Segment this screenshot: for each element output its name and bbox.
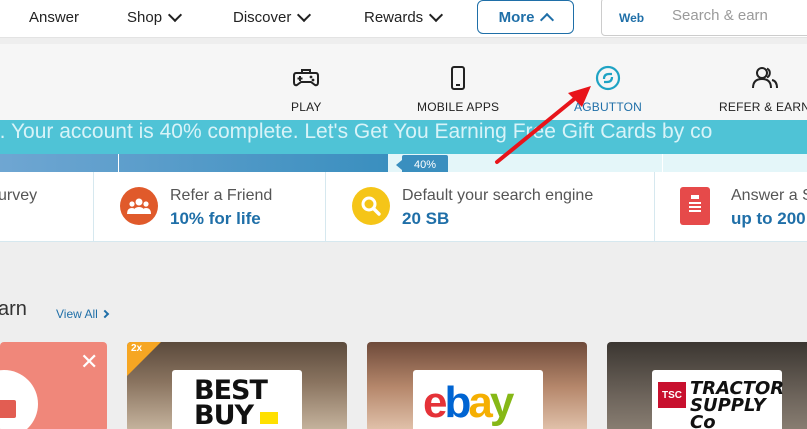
- menu-item-mobile-apps[interactable]: MOBILE APPS: [417, 66, 499, 114]
- task-default-search-reward: 20 SB: [402, 209, 450, 228]
- store-icon: [0, 370, 38, 429]
- chevron-down-icon: [297, 7, 312, 23]
- task-survey[interactable]: urvey: [0, 172, 94, 242]
- view-all-label: View All: [56, 307, 98, 321]
- mobile-phone-icon: [417, 66, 499, 90]
- nav-discover-label: Discover: [233, 9, 292, 26]
- nav-discover[interactable]: Discover: [233, 7, 312, 26]
- task-default-search[interactable]: Default your search engine 20 SB: [326, 172, 655, 242]
- more-button[interactable]: More: [477, 0, 574, 34]
- task-answer-survey-title: Answer a S: [731, 187, 807, 204]
- people-icon: [719, 66, 807, 90]
- best-buy-logo-line2: BUY: [194, 400, 254, 429]
- chevron-up-icon: [540, 12, 555, 27]
- nav-shop-label: Shop: [127, 9, 163, 26]
- gamepad-icon: [291, 66, 322, 90]
- task-answer-survey-reward: up to 200: [731, 209, 806, 228]
- ebay-logo: ebay: [413, 370, 543, 429]
- tractor-supply-logo: TSC TRACTOR SUPPLY Co: [652, 370, 784, 429]
- menu-item-swagbutton-label: AGBUTTON: [574, 100, 643, 114]
- task-strip: urvey Refer a Friend 10% for life Defaul…: [0, 172, 807, 242]
- swagbutton-icon: [574, 65, 642, 91]
- more-menu: PLAY MOBILE APPS AGBUTTON REFER & EARN: [0, 44, 807, 120]
- tractor-supply-logo-line2: SUPPLY Co: [690, 395, 766, 429]
- more-button-label: More: [498, 8, 535, 26]
- task-refer-friend[interactable]: Refer a Friend 10% for life: [94, 172, 326, 242]
- menu-item-play[interactable]: PLAY: [291, 66, 322, 114]
- merchant-card-ebay[interactable]: ebay: [367, 342, 587, 429]
- tractor-supply-logo-text: TRACTOR SUPPLY Co: [690, 380, 784, 429]
- tsc-badge: TSC: [658, 382, 686, 408]
- group-icon: [120, 187, 158, 225]
- view-all-link[interactable]: View All: [56, 307, 110, 321]
- menu-item-play-label: PLAY: [291, 100, 322, 114]
- progress-banner: e. Your account is 40% complete. Let's G…: [0, 120, 807, 154]
- best-buy-logo: BEST BUY: [172, 370, 302, 429]
- merchant-card-tractor-supply[interactable]: TSC TRACTOR SUPPLY Co: [607, 342, 807, 429]
- search-icon: [352, 187, 390, 225]
- chevron-down-icon: [167, 7, 183, 23]
- clipboard-icon: [680, 187, 710, 225]
- nav-shop[interactable]: Shop: [127, 7, 183, 26]
- section-title: arn: [0, 298, 27, 320]
- nav-rewards-label: Rewards: [364, 9, 424, 26]
- nav-answer[interactable]: Answer: [29, 9, 79, 26]
- task-refer-friend-reward: 10% for life: [170, 209, 261, 228]
- progress-divider: [118, 154, 119, 172]
- menu-item-swagbutton[interactable]: AGBUTTON: [574, 65, 643, 114]
- menu-item-mobile-apps-label: MOBILE APPS: [417, 100, 500, 114]
- search-box: Web: [601, 0, 807, 36]
- menu-item-refer-earn-label: REFER & EARN: [719, 100, 807, 114]
- nav-answer-label: Answer: [29, 9, 80, 26]
- search-scope-selector[interactable]: Web: [619, 11, 644, 25]
- chevron-down-icon: [429, 7, 444, 23]
- task-refer-friend-title: Refer a Friend: [170, 187, 273, 204]
- progress-fill: [0, 154, 388, 172]
- menu-item-refer-earn[interactable]: REFER & EARN: [719, 66, 807, 114]
- task-answer-survey[interactable]: Answer a S up to 200: [655, 172, 807, 242]
- merchant-card-store[interactable]: ✕: [0, 342, 107, 429]
- close-icon[interactable]: ✕: [80, 351, 98, 373]
- bonus-flag-text: 2x: [131, 343, 143, 354]
- merchant-card-best-buy[interactable]: 2x BEST BUY: [127, 342, 347, 429]
- best-buy-logo-text: BEST BUY: [194, 377, 268, 429]
- search-input[interactable]: [672, 7, 807, 24]
- task-survey-title: urvey: [0, 187, 38, 204]
- top-navigation: Answer Shop Discover Rewards More Web: [0, 0, 807, 38]
- chevron-right-icon: [100, 309, 110, 319]
- ebay-logo-text: ebay: [423, 378, 514, 427]
- task-default-search-title: Default your search engine: [402, 187, 594, 204]
- progress-divider: [662, 154, 663, 172]
- price-tag-icon: [260, 412, 278, 424]
- nav-rewards[interactable]: Rewards: [364, 7, 444, 26]
- banner-text: e. Your account is 40% complete. Let's G…: [0, 120, 713, 143]
